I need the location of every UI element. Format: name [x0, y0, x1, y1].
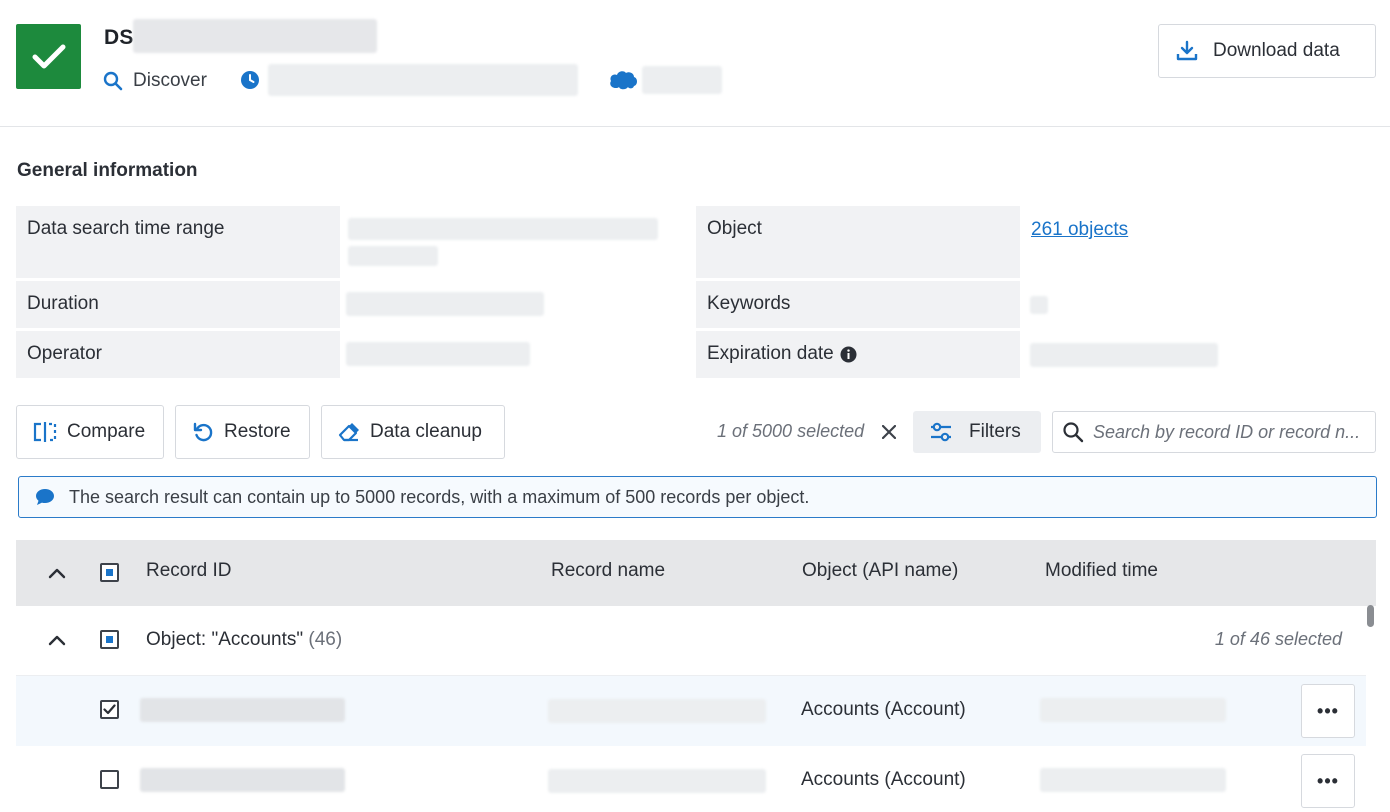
org-redacted — [642, 66, 722, 94]
group-title: Object: "Accounts" (46) — [146, 629, 342, 651]
value-expiration-redacted — [1030, 343, 1218, 367]
time-redacted — [268, 64, 578, 96]
info-notice: The search result can contain up to 5000… — [18, 476, 1377, 518]
record-name-redacted — [548, 699, 766, 723]
group-checkbox[interactable] — [100, 630, 119, 649]
table-row[interactable]: Accounts (Account) ••• — [16, 676, 1366, 746]
column-record-id[interactable]: Record ID — [146, 560, 232, 582]
object-group-row: Object: "Accounts" (46) 1 of 46 selected — [16, 606, 1366, 676]
table-scrollbar[interactable] — [1367, 605, 1374, 627]
filters-button[interactable]: Filters — [913, 411, 1041, 453]
collapse-all-chevron-icon[interactable] — [45, 561, 69, 585]
data-cleanup-label: Data cleanup — [370, 421, 482, 442]
cell-object: Accounts (Account) — [801, 769, 966, 790]
group-title-text: Object: "Accounts" — [146, 629, 304, 650]
modified-time-redacted — [1040, 768, 1226, 792]
group-count: (46) — [308, 629, 343, 650]
data-cleanup-button[interactable]: Data cleanup — [321, 405, 505, 459]
value-operator-redacted — [346, 342, 530, 366]
column-record-name[interactable]: Record name — [551, 560, 665, 582]
value-keywords-redacted — [1030, 296, 1048, 314]
modified-time-redacted — [1040, 698, 1226, 722]
clear-selection-icon[interactable] — [878, 421, 900, 443]
search-icon — [102, 70, 124, 92]
eraser-icon — [338, 423, 359, 442]
selection-count: 1 of 5000 selected — [717, 421, 865, 441]
restore-label: Restore — [224, 421, 291, 442]
label-object: Object — [696, 206, 1020, 278]
success-status-tile — [16, 24, 81, 89]
record-id-redacted — [140, 768, 345, 792]
job-meta-row: Discover — [102, 66, 207, 96]
clock-icon — [240, 70, 260, 95]
value-time-range-redacted — [348, 218, 658, 240]
record-search-input[interactable] — [1093, 421, 1369, 443]
row-checkbox[interactable] — [100, 770, 119, 789]
salesforce-cloud-icon — [608, 69, 638, 96]
app-label: Discover — [133, 70, 207, 91]
collapse-group-chevron-icon[interactable] — [45, 628, 69, 652]
column-modified-time[interactable]: Modified time — [1045, 560, 1158, 582]
search-icon — [1063, 422, 1084, 443]
label-operator: Operator — [16, 331, 340, 378]
record-id-redacted — [140, 698, 345, 722]
job-title-redacted — [133, 19, 377, 53]
notice-text: The search result can contain up to 5000… — [69, 486, 810, 507]
label-keywords: Keywords — [696, 281, 1020, 328]
info-icon[interactable] — [840, 346, 857, 363]
filter-sliders-icon — [931, 422, 951, 442]
label-expiration-text: Expiration date — [707, 343, 834, 364]
page-header: DS Discover Download data — [0, 0, 1390, 127]
label-duration: Duration — [16, 281, 340, 328]
row-checkbox[interactable] — [100, 700, 119, 719]
value-duration-redacted — [346, 292, 544, 316]
download-data-button[interactable]: Download data — [1158, 24, 1376, 78]
restore-button[interactable]: Restore — [175, 405, 310, 459]
select-all-checkbox[interactable] — [100, 563, 119, 582]
label-expiration: Expiration date — [696, 331, 1020, 378]
general-info-heading: General information — [17, 160, 198, 181]
checkmark-icon — [32, 44, 65, 68]
download-icon — [1176, 40, 1198, 61]
filters-label: Filters — [969, 421, 1021, 442]
objects-link[interactable]: 261 objects — [1031, 219, 1128, 241]
cell-object: Accounts (Account) — [801, 699, 966, 720]
row-more-actions-button[interactable]: ••• — [1301, 754, 1355, 808]
record-search-box[interactable] — [1052, 411, 1376, 453]
column-object[interactable]: Object (API name) — [802, 560, 958, 582]
record-name-redacted — [548, 769, 766, 793]
compare-icon — [33, 422, 57, 442]
compare-button[interactable]: Compare — [16, 405, 164, 459]
job-title: DS — [104, 26, 134, 49]
value-time-range-redacted-2 — [348, 246, 438, 266]
restore-icon — [193, 422, 213, 442]
compare-label: Compare — [67, 421, 146, 442]
download-data-label: Download data — [1213, 40, 1340, 61]
group-selection-count: 1 of 46 selected — [1214, 629, 1342, 649]
table-row[interactable]: Accounts (Account) ••• — [16, 746, 1366, 812]
chat-bubble-icon — [36, 489, 54, 505]
row-more-actions-button[interactable]: ••• — [1301, 684, 1355, 738]
checkmark-icon — [103, 704, 116, 715]
label-time-range: Data search time range — [16, 206, 340, 278]
table-header: Record ID Record name Object (API name) … — [16, 540, 1376, 606]
